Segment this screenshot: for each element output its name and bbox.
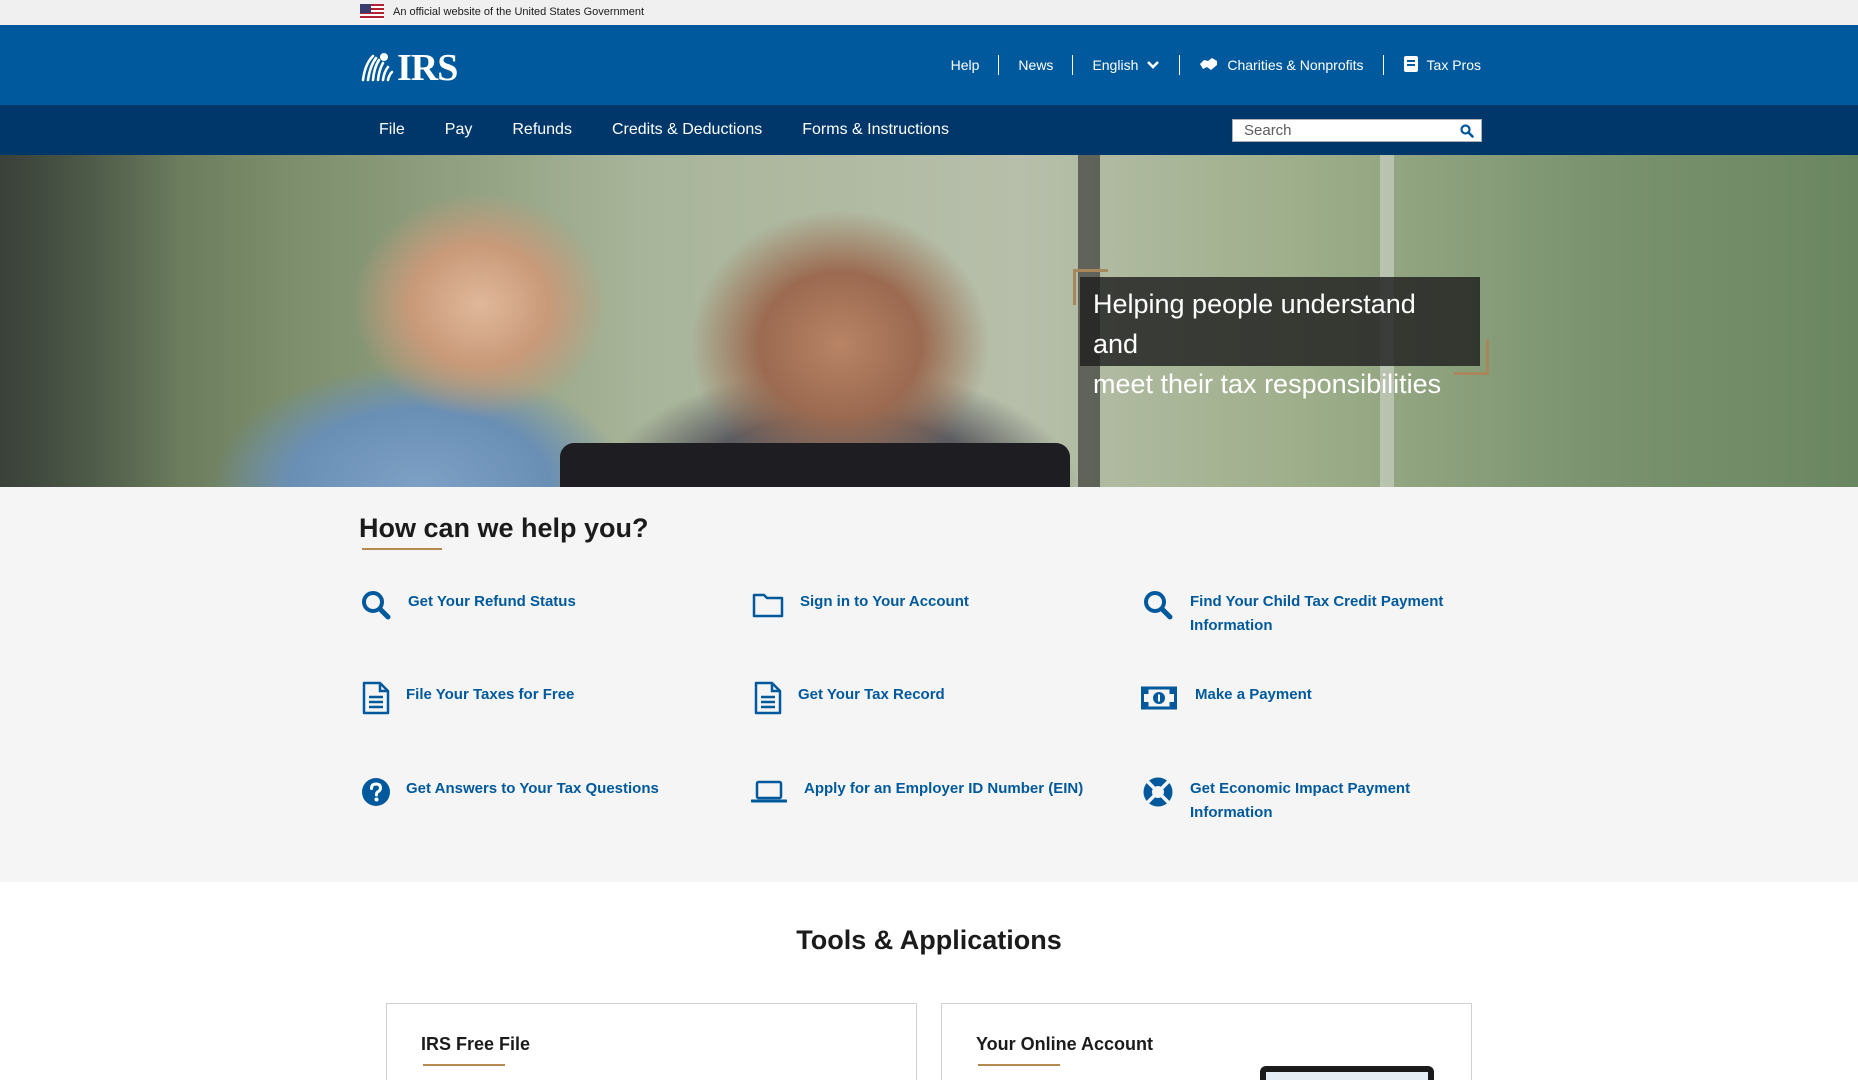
help-item-label: Find Your Child Tax Credit Payment <box>1190 593 1444 610</box>
tool-card-free-file[interactable]: IRS Free File <box>386 1003 917 1080</box>
help-item-label: Get Your Tax Record <box>798 686 945 703</box>
irs-logo[interactable]: IRS <box>359 47 458 89</box>
help-item-file-free[interactable]: File Your Taxes for Free <box>359 681 574 715</box>
search-icon <box>1460 123 1474 138</box>
help-link[interactable]: Help <box>951 55 1000 75</box>
language-label: English <box>1092 57 1139 73</box>
hero-tagline-line2: meet their tax responsibilities <box>1093 369 1442 399</box>
utility-nav: Help News English Charities & Nonprofits <box>951 55 1481 75</box>
hero-tagline-line1: Helping people understand and <box>1093 289 1416 359</box>
money-icon <box>1141 681 1177 715</box>
question-icon <box>359 775 393 809</box>
help-item-make-payment[interactable]: Make a Payment <box>1141 681 1312 715</box>
help-item-tax-record[interactable]: Get Your Tax Record <box>751 681 945 715</box>
laptop-icon <box>751 775 787 809</box>
help-item-label: Get Economic Impact Payment <box>1190 780 1411 797</box>
help-item-refund-status[interactable]: Get Your Refund Status <box>359 588 576 622</box>
help-item-label: Get Your Refund Status <box>408 593 576 610</box>
tool-card-title: IRS Free File <box>421 1034 531 1054</box>
logo-text: IRS <box>397 47 458 89</box>
help-item-tax-questions[interactable]: Get Answers to Your Tax Questions <box>359 775 659 809</box>
nav-item-pay[interactable]: Pay <box>425 121 493 139</box>
document-icon <box>751 681 785 715</box>
help-item-label: Apply for an Employer ID Number (EIN) <box>804 780 1084 797</box>
tablet-illustration <box>1260 1066 1434 1080</box>
tagline-corner-top-left <box>1073 269 1108 305</box>
gov-banner-text: An official website of the United States… <box>393 6 645 18</box>
tax-pros-link[interactable]: Tax Pros <box>1384 55 1481 75</box>
help-item-label-line2: Information <box>1190 804 1273 821</box>
folder-icon <box>751 588 785 622</box>
help-item-label-group: Get Economic Impact Payment Information <box>1190 777 1410 825</box>
tools-title: Tools & Applications <box>796 925 1062 955</box>
tool-card-underline <box>423 1064 505 1066</box>
help-item-label: Make a Payment <box>1195 686 1312 703</box>
help-item-label-line2: Information <box>1190 617 1273 634</box>
hero-laptop <box>560 443 1070 487</box>
nav-item-refunds[interactable]: Refunds <box>492 121 592 139</box>
help-item-label: File Your Taxes for Free <box>406 686 575 703</box>
help-item-sign-in[interactable]: Sign in to Your Account <box>751 588 969 622</box>
tool-card-underline <box>978 1064 1060 1066</box>
chevron-down-icon <box>1146 57 1160 73</box>
language-selector[interactable]: English <box>1073 55 1181 75</box>
search-box <box>1232 119 1482 142</box>
search-button[interactable] <box>1453 120 1481 141</box>
search-input[interactable] <box>1233 120 1453 141</box>
search-icon <box>359 588 393 622</box>
help-link-label: Help <box>950 57 980 73</box>
tagline-corner-bottom-right <box>1454 339 1489 375</box>
nav-item-credits-deductions[interactable]: Credits & Deductions <box>592 121 782 139</box>
hero-banner: Helping people understand and meet their… <box>0 155 1858 487</box>
help-item-child-tax-credit[interactable]: Find Your Child Tax Credit Payment Infor… <box>1141 588 1443 638</box>
tool-card-title: Your Online Account <box>976 1034 1154 1054</box>
help-title-underline <box>362 548 442 550</box>
site-header: IRS Help News English Charities & Nonpro… <box>0 25 1858 105</box>
help-item-label-group: Find Your Child Tax Credit Payment Infor… <box>1190 590 1443 638</box>
news-link-label: News <box>1018 57 1054 73</box>
hero-tagline-box: Helping people understand and meet their… <box>1080 277 1480 399</box>
us-flag-icon <box>360 4 384 20</box>
help-item-economic-impact[interactable]: Get Economic Impact Payment Information <box>1141 775 1410 825</box>
search-icon <box>1141 588 1175 622</box>
help-item-label: Get Answers to Your Tax Questions <box>406 780 659 797</box>
help-item-apply-ein[interactable]: Apply for an Employer ID Number (EIN) <box>751 775 1083 809</box>
tool-card-online-account[interactable]: Your Online Account <box>941 1003 1472 1080</box>
nav-item-file[interactable]: File <box>360 121 425 139</box>
handshake-icon <box>1199 55 1219 76</box>
main-nav: File Pay Refunds Credits & Deductions Fo… <box>0 105 1858 155</box>
news-link[interactable]: News <box>999 55 1074 75</box>
nav-item-forms-instructions[interactable]: Forms & Instructions <box>782 121 969 139</box>
book-icon <box>1403 55 1419 76</box>
help-section: How can we help you? Get Your Refund Sta… <box>0 487 1858 882</box>
tax-pros-label: Tax Pros <box>1426 57 1481 73</box>
charities-label: Charities & Nonprofits <box>1227 57 1364 73</box>
help-item-label: Sign in to Your Account <box>800 593 969 610</box>
document-icon <box>359 681 393 715</box>
charities-link[interactable]: Charities & Nonprofits <box>1180 55 1384 76</box>
help-title: How can we help you? <box>359 513 649 543</box>
lifebuoy-icon <box>1141 775 1175 809</box>
eagle-icon <box>359 50 395 86</box>
gov-banner: An official website of the United States… <box>0 0 1858 25</box>
